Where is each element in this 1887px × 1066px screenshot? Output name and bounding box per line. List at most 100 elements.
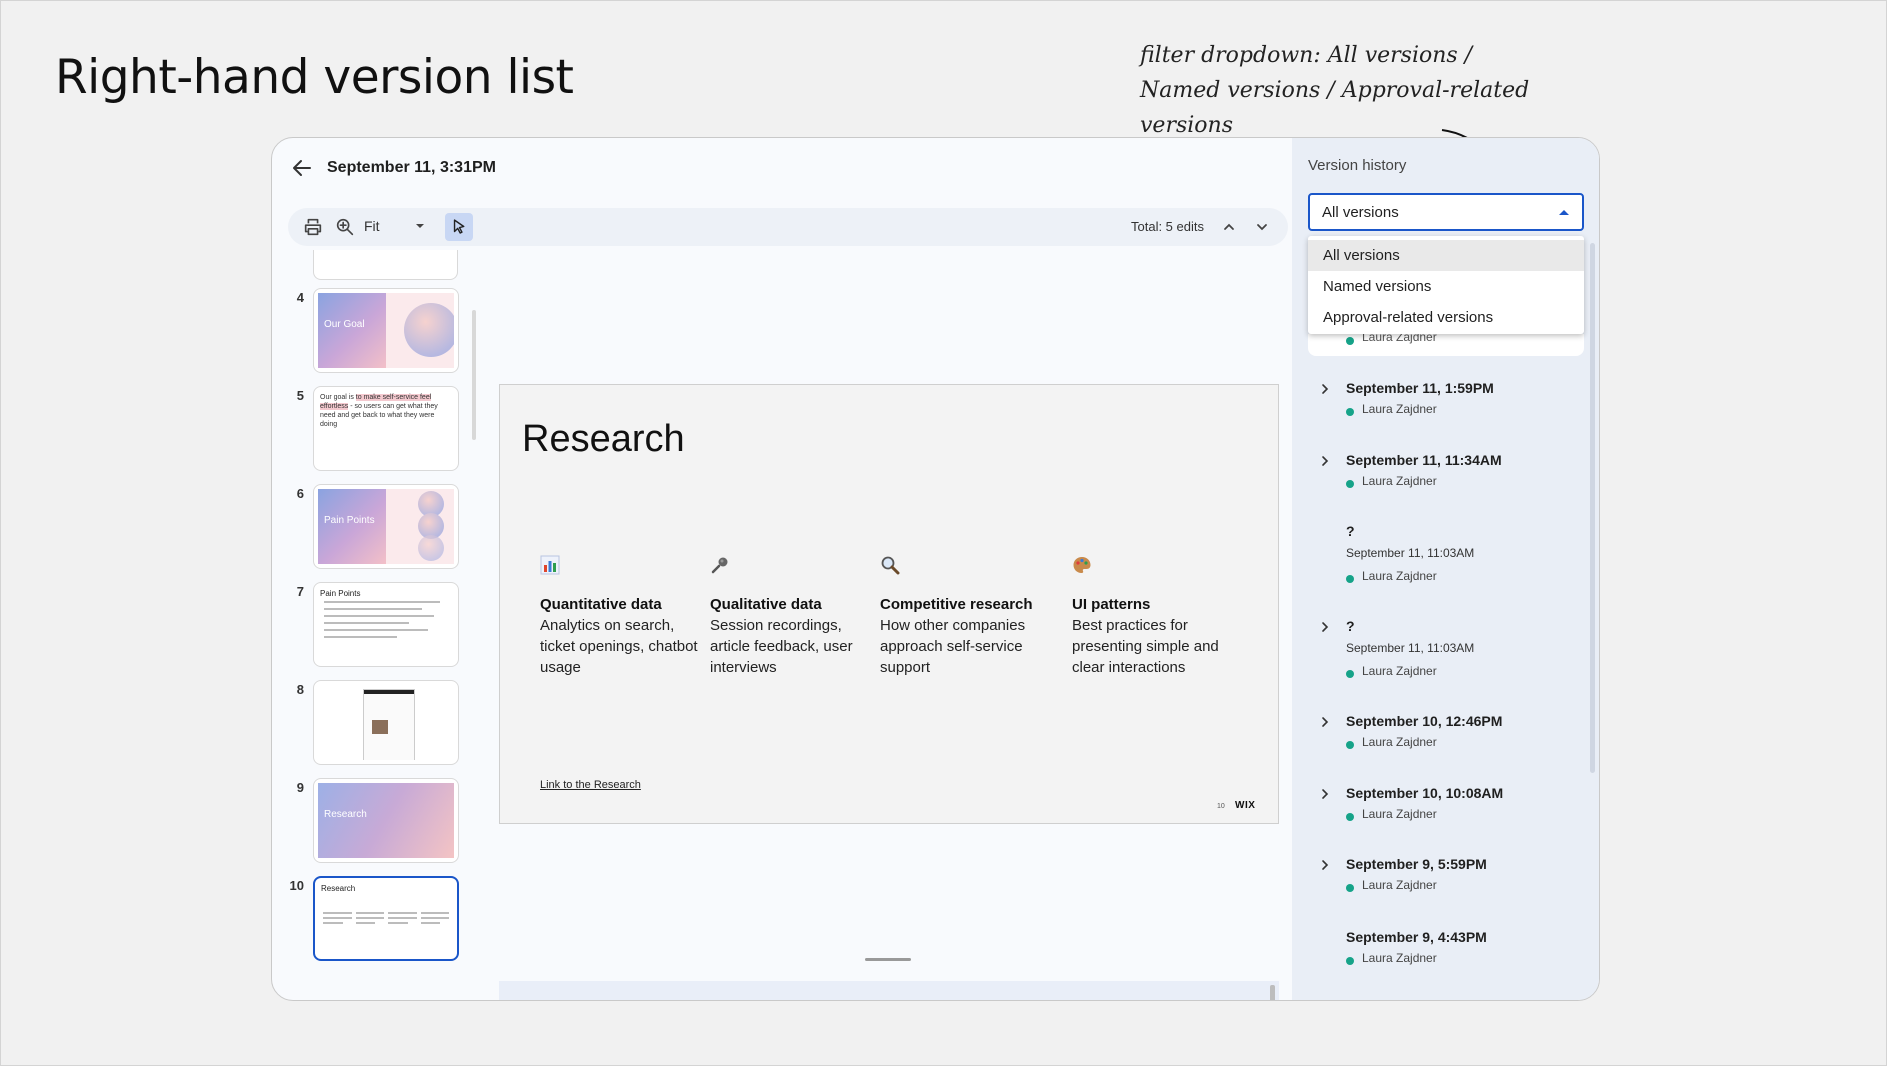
column-body: Session recordings, article feedback, us…	[710, 617, 853, 676]
chevron-right-icon[interactable]	[1318, 454, 1332, 468]
version-author: Laura Zajdner	[1362, 878, 1437, 892]
thumbnail-bullets	[324, 601, 446, 643]
version-history-panel: Version history September 11, 1:59PM Lau…	[1292, 138, 1599, 1000]
filter-option-named[interactable]: Named versions	[1308, 271, 1584, 302]
chevron-right-icon[interactable]	[1318, 787, 1332, 801]
thumbnail-row[interactable]: 4 Our Goal	[272, 288, 472, 373]
thumbnail-row[interactable]: 5 Our goal is to make self-service feel …	[272, 386, 472, 471]
version-title: ?	[1346, 523, 1355, 539]
zoom-fit-label[interactable]: Fit	[364, 218, 380, 234]
thumbnail-slide-6[interactable]: Pain Points	[313, 484, 459, 569]
version-title: September 11, 1:59PM	[1346, 380, 1494, 396]
thumbnail-row[interactable]: 7 Pain Points	[272, 582, 472, 667]
thumbnail-columns	[323, 912, 449, 927]
slide-number: 10	[1217, 803, 1225, 810]
slide-column: Qualitative data Session recordings, art…	[710, 555, 870, 678]
version-title: September 9, 4:43PM	[1346, 929, 1487, 945]
column-heading: UI patterns	[1072, 596, 1151, 613]
next-slide-peek	[499, 981, 1279, 1000]
app-window: September 11, 3:31PM Fit Total: 5 edits	[271, 137, 1600, 1001]
filter-selected-value: All versions	[1322, 204, 1399, 221]
thumbnail-row[interactable]: 9 Research	[272, 778, 472, 863]
author-dot	[1346, 670, 1354, 678]
thumbnail-partial[interactable]	[313, 250, 458, 280]
thumbnail-slide-4[interactable]: Our Goal	[313, 288, 459, 373]
version-author: Laura Zajdner	[1362, 664, 1437, 678]
version-author: Laura Zajdner	[1362, 735, 1437, 749]
thumbnail-number: 4	[296, 290, 304, 305]
version-list-scrollbar[interactable]	[1590, 243, 1595, 773]
thumbnail-scrollbar[interactable]	[472, 310, 476, 440]
author-dot	[1346, 337, 1354, 345]
chevron-right-icon[interactable]	[1318, 858, 1332, 872]
version-title: September 10, 10:08AM	[1346, 785, 1504, 801]
thumbnail-slide-9[interactable]: Research	[313, 778, 459, 863]
palette-icon	[1073, 557, 1091, 573]
thumbnail-number: 6	[296, 486, 304, 501]
chevron-right-icon[interactable]	[1318, 715, 1332, 729]
research-link[interactable]: Link to the Research	[540, 779, 641, 791]
column-heading: Qualitative data	[710, 596, 822, 613]
version-author: Laura Zajdner	[1362, 474, 1437, 488]
version-item-partial[interactable]: Laura Zajdner	[1308, 334, 1584, 356]
thumbnail-number: 9	[296, 780, 304, 795]
resize-handle[interactable]	[865, 958, 911, 961]
filter-option-approval[interactable]: Approval-related versions	[1308, 302, 1584, 333]
author-dot	[1346, 480, 1354, 488]
thumbnail-mockup	[363, 689, 415, 760]
thumbnail-number: 5	[296, 388, 304, 403]
thumbnail-number: 8	[296, 682, 304, 697]
version-history-title: Version history	[1308, 157, 1407, 174]
caret-up-icon	[1559, 210, 1569, 215]
sphere-graphic	[418, 535, 444, 561]
zoom-caret-icon[interactable]	[413, 219, 427, 233]
version-filter-dropdown[interactable]: All versions	[1308, 193, 1584, 231]
author-dot	[1346, 813, 1354, 821]
version-author: Laura Zajdner	[1362, 807, 1437, 821]
thumbnail-slide-5[interactable]: Our goal is to make self-service feel ef…	[313, 386, 459, 471]
slide-canvas: Research Quantitative data Analytics on …	[499, 384, 1279, 824]
filter-option-all[interactable]: All versions	[1308, 240, 1584, 271]
thumbnail-text: Our goal is to make self-service feel ef…	[320, 394, 438, 428]
thumbnail-slide-7[interactable]: Pain Points	[313, 582, 459, 667]
version-author: Laura Zajdner	[1362, 334, 1437, 344]
version-author: Laura Zajdner	[1362, 569, 1437, 583]
author-dot	[1346, 741, 1354, 749]
version-title: September 11, 11:34AM	[1346, 452, 1502, 468]
slide-thumbnails: 4 Our Goal 5 Our goal is to make self-se…	[272, 250, 472, 1000]
thumbnail-row[interactable]: 8	[272, 680, 472, 765]
printer-icon[interactable]	[302, 216, 324, 238]
chevron-right-icon[interactable]	[1318, 382, 1332, 396]
canvas-scrollbar[interactable]	[1270, 985, 1275, 1000]
bar-chart-icon	[540, 555, 560, 575]
thumbnail-slide-8[interactable]	[313, 680, 459, 765]
slide-column: Competitive research How other companies…	[880, 555, 1040, 678]
chevron-down-icon[interactable]	[1253, 218, 1271, 236]
total-edits-count: Total: 5 edits	[1131, 219, 1204, 234]
chevron-right-icon[interactable]	[1318, 620, 1332, 634]
microphone-icon	[711, 557, 728, 574]
back-arrow-icon[interactable]	[290, 156, 314, 180]
thumbnail-number: 10	[289, 878, 304, 893]
thumbnail-number: 7	[296, 584, 304, 599]
pointer-icon	[453, 219, 465, 234]
author-dot	[1346, 957, 1354, 965]
zoom-in-icon[interactable]	[334, 216, 356, 238]
thumbnail-row[interactable]: 6 Pain Points	[272, 484, 472, 569]
column-body: How other companies approach self-servic…	[880, 617, 1026, 676]
brand-logo: WIX	[1235, 800, 1256, 811]
column-body: Analytics on search, ticket openings, ch…	[540, 617, 698, 676]
author-dot	[1346, 408, 1354, 416]
author-dot	[1346, 575, 1354, 583]
thumbnail-label: Research	[324, 809, 367, 820]
select-tool-button[interactable]	[445, 213, 473, 241]
thumbnail-row[interactable]: 10 Research	[272, 876, 472, 961]
thumbnail-slide-10-active[interactable]: Research	[313, 876, 459, 961]
version-author: Laura Zajdner	[1362, 402, 1437, 416]
thumbnail-label: Our Goal	[324, 319, 365, 330]
chevron-up-icon[interactable]	[1220, 218, 1238, 236]
slide-column: UI patterns Best practices for presentin…	[1072, 555, 1232, 678]
orb-graphic	[404, 303, 454, 357]
thumbnail-title: Pain Points	[320, 589, 361, 598]
column-heading: Competitive research	[880, 596, 1033, 613]
